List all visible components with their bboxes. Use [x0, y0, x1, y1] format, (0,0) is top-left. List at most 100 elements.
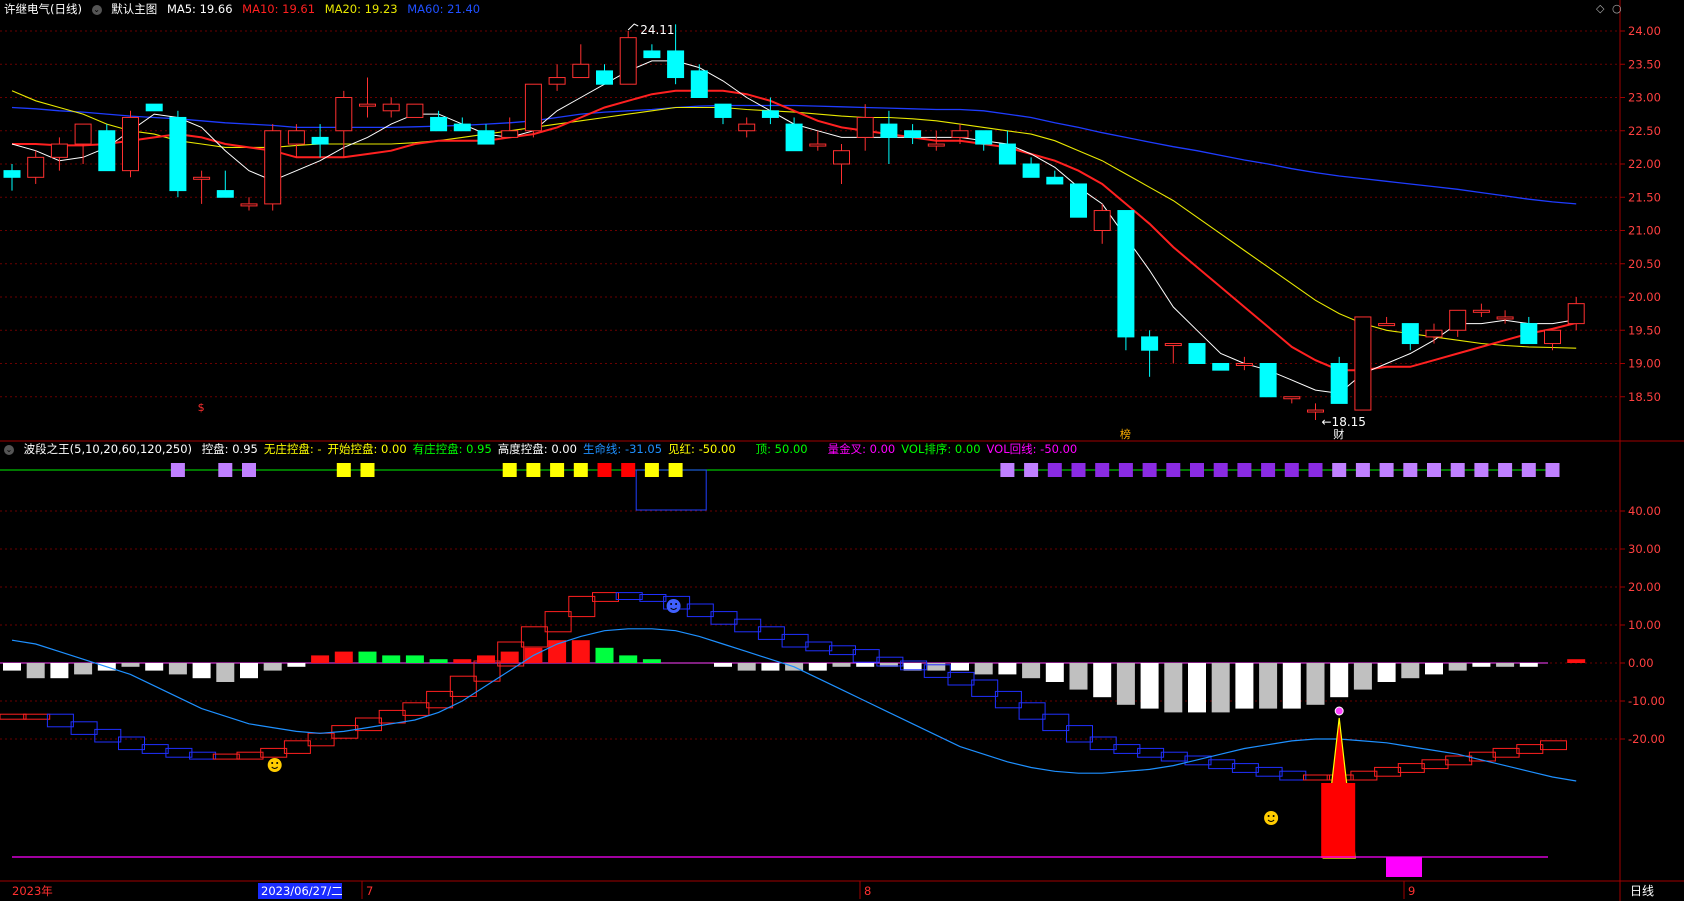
indicator-value-yz: 有庄控盘: 0.95: [412, 442, 492, 456]
ladder-step: [1137, 747, 1165, 758]
ladder-step: [1374, 766, 1402, 777]
histogram-bar: [1448, 663, 1467, 671]
candle-body: [1283, 396, 1301, 400]
histogram-bar: [3, 663, 21, 671]
histogram-bar: [216, 663, 235, 682]
histogram-bar: [856, 663, 875, 667]
status-square-marker: [1545, 463, 1560, 477]
pane-close-icon[interactable]: ○: [1612, 2, 1622, 15]
indicator-tick-label: 30.00: [1628, 542, 1661, 556]
candle-body: [524, 83, 542, 132]
candle: [122, 110, 139, 178]
event-marker-bang: 榜: [1120, 427, 1131, 441]
smiley-eye: [271, 762, 274, 764]
candle-body: [1520, 323, 1538, 345]
histogram-bar: [1259, 663, 1278, 709]
status-square-marker: [644, 463, 659, 477]
candle: [453, 117, 471, 132]
candle: [1401, 323, 1419, 351]
histogram-bar: [1330, 663, 1349, 698]
smiley-eye: [1267, 815, 1270, 817]
candle-body: [1164, 343, 1182, 347]
ladder-step: [829, 645, 856, 656]
candle: [264, 124, 282, 211]
indicator-name[interactable]: 波段之王(5,10,20,60,120,250): [24, 442, 192, 456]
status-square-marker: [1095, 463, 1110, 477]
indicator-value-kp: 控盘: 0.95: [201, 442, 258, 456]
histogram-bar: [429, 659, 448, 663]
ladder-step: [710, 611, 738, 625]
candle-body: [1544, 329, 1561, 345]
ladder-step: [283, 740, 311, 754]
candle-body: [856, 116, 874, 138]
histogram-bar: [334, 651, 353, 663]
ladder-step: [402, 702, 430, 716]
price-tick-label: 21.50: [1628, 190, 1661, 204]
histogram-bar: [1282, 663, 1301, 709]
candle-body: [501, 130, 519, 138]
candle: [1425, 323, 1443, 344]
candle: [833, 144, 850, 184]
candle-body: [27, 156, 45, 178]
candle: [1188, 343, 1206, 364]
candle: [1330, 356, 1348, 404]
price-tick-label: 23.00: [1628, 91, 1661, 105]
histogram-bar: [168, 663, 187, 675]
stock-title[interactable]: 许继电气(日线): [4, 2, 82, 16]
candle-body: [1046, 176, 1064, 185]
candle-body: [572, 63, 590, 79]
chevron-down-icon[interactable]: ⌄: [4, 444, 14, 455]
histogram-bar: [453, 659, 472, 663]
candle: [785, 117, 803, 152]
status-square-marker: [1261, 463, 1276, 477]
candle: [1520, 316, 1538, 345]
candle: [904, 124, 922, 145]
template-label[interactable]: 默认主图: [111, 2, 157, 16]
ladder-step: [947, 671, 975, 686]
ladder-step: [592, 592, 619, 602]
ma10-value: MA10: 19.61: [242, 2, 316, 16]
high-marker: [627, 23, 639, 31]
candle-body: [1259, 363, 1277, 398]
ladder-step: [639, 594, 667, 602]
chevron-down-icon[interactable]: ⌄: [91, 4, 102, 15]
ladder-step: [1231, 763, 1259, 773]
event-marker-s: $: [198, 401, 205, 414]
indicator-tick-label: 0.00: [1628, 656, 1654, 670]
status-square-marker: [550, 463, 565, 477]
candle-body: [1567, 303, 1585, 325]
candle: [216, 170, 234, 198]
status-square-marker: [1355, 463, 1370, 477]
histogram-bar: [737, 663, 756, 671]
bottom-signal-block: [1386, 857, 1422, 877]
smiley-eye: [670, 603, 673, 605]
candle: [1212, 363, 1230, 371]
ladder-step: [236, 751, 264, 760]
candle: [1164, 343, 1182, 364]
event-marker-cai: 财: [1333, 427, 1344, 441]
status-square-marker: [1024, 463, 1039, 477]
indicator-value-wz: 无庄控盘: -: [263, 442, 322, 456]
ladder-step: [1160, 751, 1188, 762]
candle-body: [359, 103, 376, 107]
histogram-bar: [974, 663, 993, 675]
ladder-step: [46, 713, 74, 728]
ladder-step: [189, 751, 217, 760]
status-square-marker: [1166, 463, 1181, 477]
histogram-bar: [1401, 663, 1420, 679]
candle-body: [240, 203, 258, 207]
ladder-step: [852, 649, 880, 663]
histogram-bar: [1116, 663, 1135, 705]
ladder-step: [757, 626, 785, 640]
pane-toggle-icon[interactable]: ◇: [1596, 2, 1604, 15]
candle: [714, 103, 732, 125]
candle: [572, 44, 590, 79]
candle-body: [998, 143, 1016, 165]
candle: [975, 130, 993, 151]
ladder-step: [94, 728, 122, 743]
candle-body: [548, 77, 566, 85]
ladder-step: [781, 633, 809, 648]
candle-body: [1022, 163, 1040, 178]
histogram-bar: [1093, 663, 1112, 698]
status-square-marker: [1047, 463, 1062, 477]
